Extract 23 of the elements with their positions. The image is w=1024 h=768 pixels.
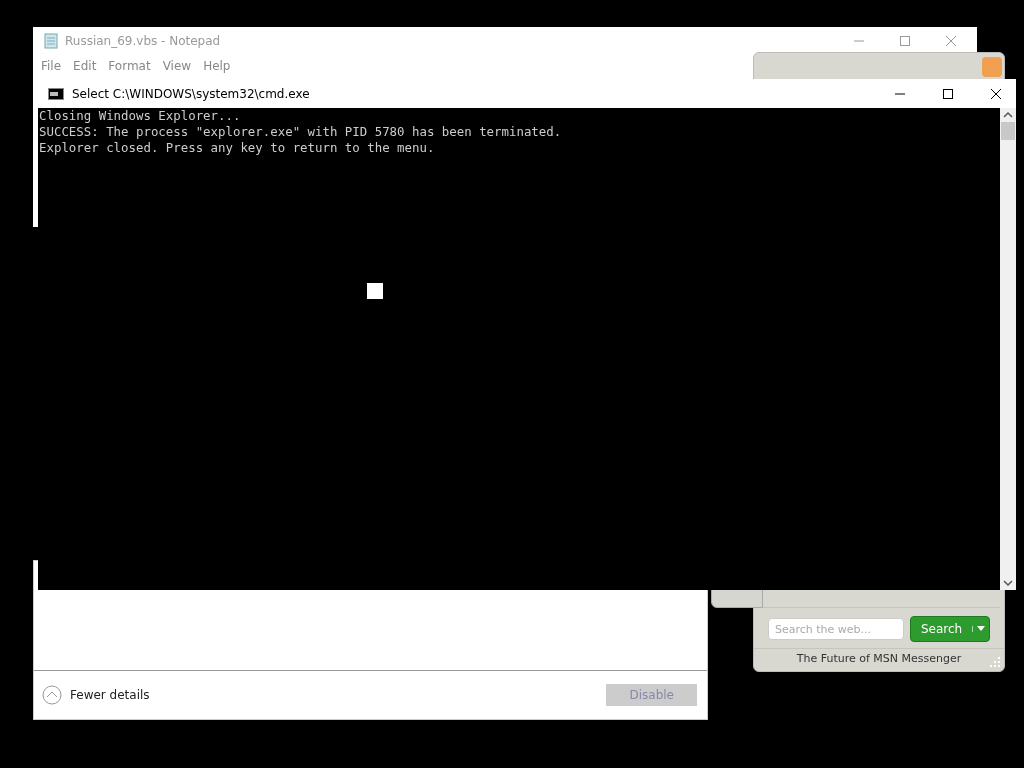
maximize-icon[interactable] [942,87,954,100]
console-line: Closing Windows Explorer... [39,108,242,124]
chevron-up-icon[interactable] [42,685,62,705]
menu-item[interactable]: Format [108,59,151,73]
menu-item[interactable]: File [41,59,62,73]
window-title: Russian_69.vbs - Notepad [65,34,221,48]
console-line: SUCCESS: The process "explorer.exe" with PID 5780 has been terminated. [39,124,563,140]
menu-item[interactable]: Help [203,59,231,73]
console-line: Explorer closed. Press any key to return to the menu. [39,140,436,156]
search-button[interactable]: Search [910,616,991,642]
menu-item[interactable]: Edit [73,59,97,73]
caret-icon[interactable] [977,626,986,632]
footer-text: The Future of MSN Messenger [796,652,962,665]
console-icon [48,87,64,100]
scrollbar[interactable] [1000,108,1016,590]
resize-grip-icon[interactable] [989,656,1001,668]
scroll-thumb[interactable] [1001,122,1015,140]
text-cursor [367,283,383,299]
notepad-icon [43,33,59,49]
search-field[interactable]: Search the web... [768,618,904,640]
menu-item[interactable]: View [162,59,192,73]
fewer-details-link[interactable]: Fewer details [70,688,150,702]
window-title: Select C:\WINDOWS\system32\cmd.exe [72,86,310,101]
